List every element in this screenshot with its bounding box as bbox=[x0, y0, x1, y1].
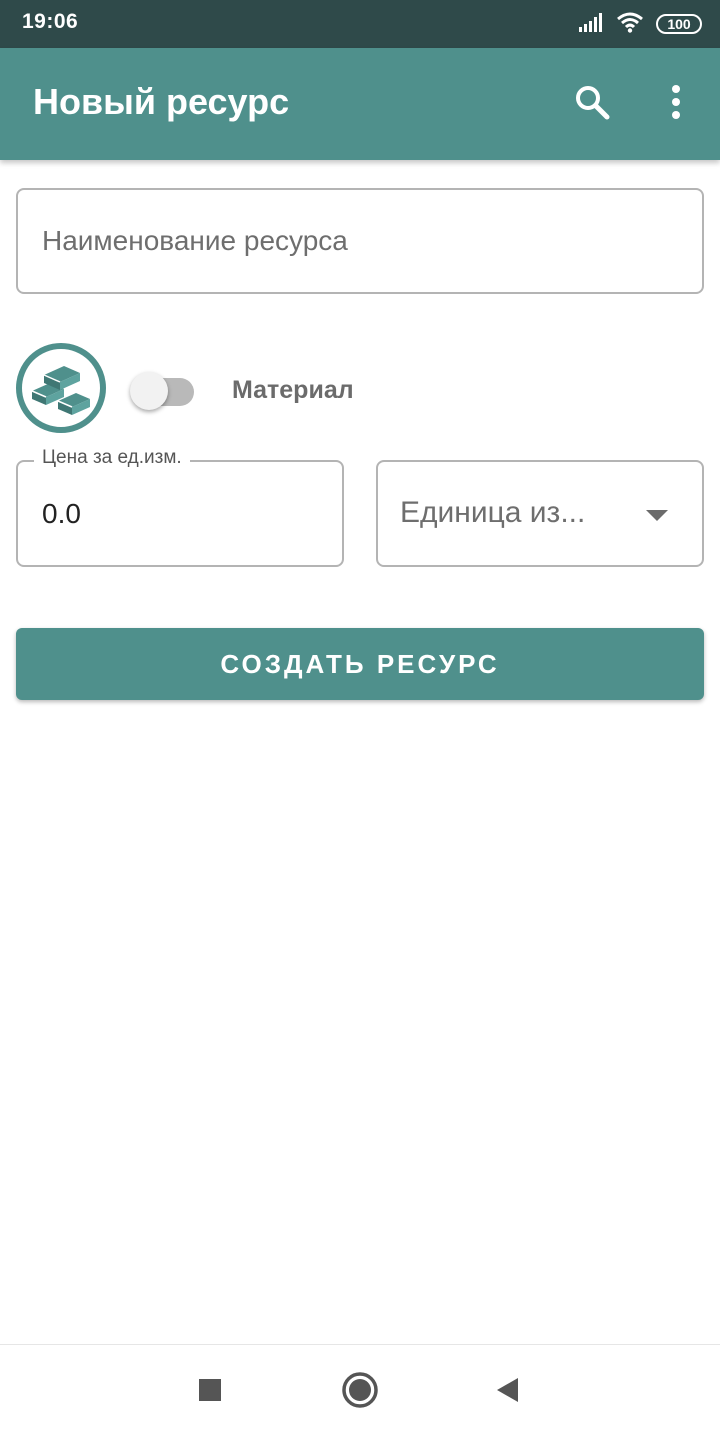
resource-name-field bbox=[16, 188, 704, 294]
material-switch[interactable] bbox=[130, 372, 196, 412]
dropdown-arrow-icon bbox=[646, 510, 668, 521]
navigation-bar bbox=[0, 1345, 720, 1440]
status-bar: 19:06 100 bbox=[0, 0, 720, 48]
home-button[interactable] bbox=[335, 1367, 385, 1417]
price-label: Цена за ед.изм. bbox=[34, 447, 190, 469]
unit-placeholder: Единица из... bbox=[400, 496, 586, 529]
wifi-icon bbox=[616, 11, 644, 38]
app-bar: Новый ресурс bbox=[0, 48, 720, 160]
signal-icon bbox=[578, 12, 604, 37]
back-button[interactable] bbox=[482, 1367, 532, 1417]
price-input[interactable] bbox=[40, 484, 320, 544]
recents-button[interactable] bbox=[185, 1367, 235, 1417]
bricks-icon bbox=[16, 343, 106, 433]
home-circle-icon bbox=[341, 1371, 379, 1414]
back-triangle-icon bbox=[494, 1376, 520, 1409]
resource-name-input[interactable] bbox=[40, 190, 680, 292]
more-vert-icon bbox=[670, 84, 682, 125]
recents-square-icon bbox=[198, 1378, 222, 1407]
page-title: Новый ресурс bbox=[33, 81, 290, 122]
price-field: Цена за ед.изм. bbox=[16, 447, 344, 567]
status-icons: 100 bbox=[578, 11, 702, 37]
material-label: Материал bbox=[232, 376, 354, 404]
search-button[interactable] bbox=[568, 80, 616, 128]
unit-dropdown[interactable]: Единица из... bbox=[376, 460, 704, 567]
more-options-button[interactable] bbox=[652, 80, 700, 128]
battery-icon: 100 bbox=[656, 14, 702, 34]
search-icon bbox=[572, 82, 612, 127]
status-time: 19:06 bbox=[22, 10, 79, 33]
create-resource-button[interactable]: СОЗДАТЬ РЕСУРС bbox=[16, 628, 704, 700]
switch-thumb bbox=[130, 372, 168, 410]
